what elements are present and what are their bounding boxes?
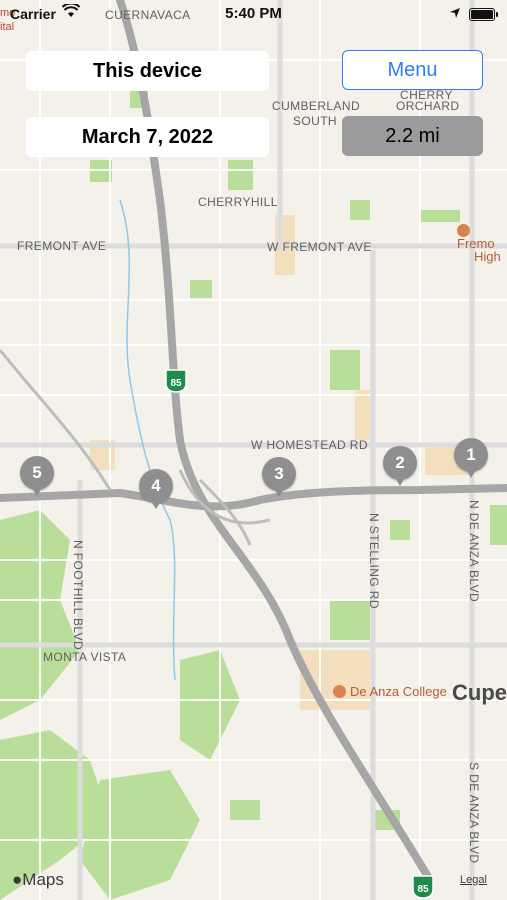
svg-text:85: 85	[417, 884, 429, 895]
menu-button[interactable]: Menu	[342, 50, 483, 90]
svg-text:85: 85	[170, 378, 182, 389]
location-arrow-icon	[449, 6, 461, 22]
clock: 5:40 PM	[225, 5, 282, 22]
label-cherryhill: CHERRYHILL	[198, 195, 278, 209]
label-n-de-anza-blvd: N DE ANZA BLVD	[467, 500, 481, 602]
label-w-fremont-ave: W FREMONT AVE	[267, 240, 372, 254]
label-fremont-ave: FREMONT AVE	[17, 239, 106, 253]
school-icon	[333, 685, 346, 698]
poi-de-anza-college[interactable]: De Anza College	[333, 684, 447, 699]
label-orchard: ORCHARD	[396, 99, 459, 113]
highway-85-shield-top: 85	[165, 369, 187, 393]
location-pin-5[interactable]: 5	[20, 456, 54, 496]
location-pin-2[interactable]: 2	[383, 446, 417, 486]
poi-fremont-high[interactable]: Fremo High	[457, 224, 507, 263]
legal-link[interactable]: Legal	[460, 874, 487, 886]
label-n-foothill-blvd: N FOOTHILL BLVD	[71, 540, 85, 650]
label-n-stelling-rd: N STELLING RD	[367, 513, 381, 609]
distance-display: 2.2 mi	[342, 116, 483, 156]
label-south: SOUTH	[293, 114, 337, 128]
status-bar: Carrier 5:40 PM	[0, 0, 507, 28]
date-selector-button[interactable]: March 7, 2022	[26, 117, 269, 157]
label-s-de-anza-blvd: S DE ANZA BLVD	[467, 762, 481, 863]
location-pin-1[interactable]: 1	[454, 438, 488, 478]
location-pin-3[interactable]: 3	[262, 457, 296, 497]
label-cumberland: CUMBERLAND	[272, 99, 360, 113]
label-cupertino: Cupe	[452, 680, 507, 705]
apple-maps-logo: ●Maps	[12, 870, 64, 889]
label-monta-vista: MONTA VISTA	[43, 650, 126, 664]
highway-85-shield-bottom: 85	[412, 875, 434, 899]
device-selector-button[interactable]: This device	[26, 51, 269, 91]
location-pin-4[interactable]: 4	[139, 469, 173, 509]
apple-icon: ●	[12, 870, 23, 889]
label-w-homestead-rd: W HOMESTEAD RD	[251, 438, 368, 452]
battery-icon	[469, 7, 498, 21]
